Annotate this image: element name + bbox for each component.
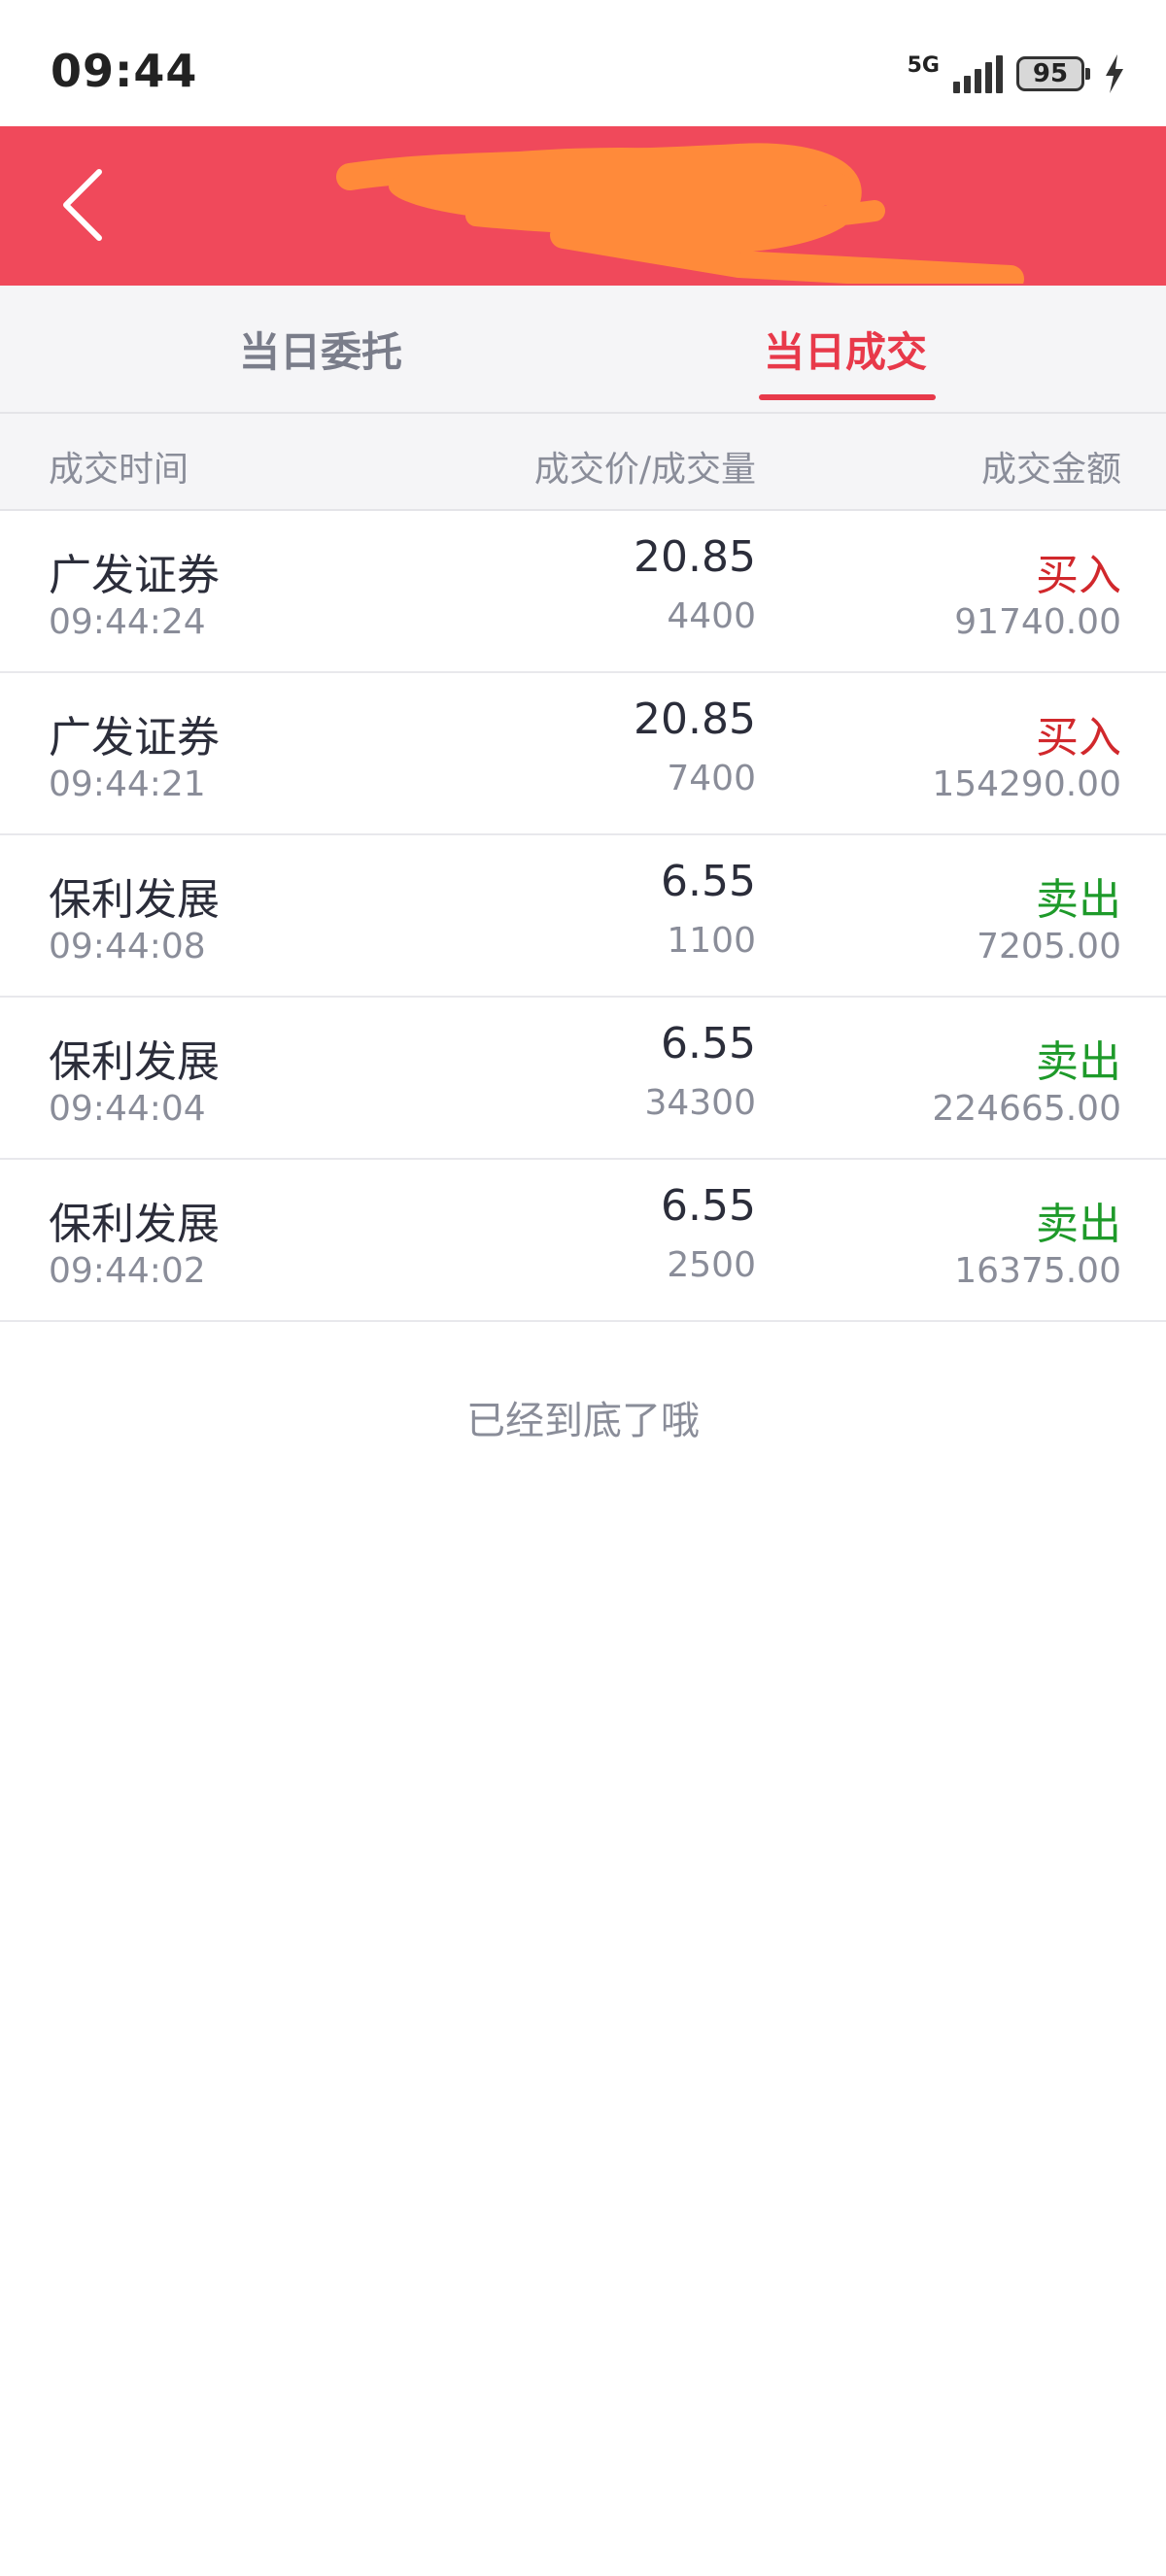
tab-todays-orders[interactable]: 当日委托 — [175, 286, 466, 412]
trade-side: 卖出 — [1036, 1200, 1121, 1249]
status-bar: 09:44 5G 95 — [0, 0, 1166, 126]
trade-quantity: 1100 — [667, 921, 756, 961]
trade-amount: 154290.00 — [932, 764, 1121, 804]
trade-quantity: 7400 — [667, 759, 756, 798]
trade-time: 09:44:02 — [49, 1251, 206, 1291]
trade-time: 09:44:08 — [49, 927, 206, 966]
trade-time: 09:44:21 — [49, 764, 206, 804]
column-header-amount: 成交金额 — [980, 450, 1121, 490]
stock-name: 保利发展 — [49, 875, 220, 925]
trade-amount: 224665.00 — [932, 1089, 1121, 1129]
column-header: 成交时间 成交价/成交量 成交金额 — [0, 414, 1166, 511]
trade-time: 09:44:24 — [49, 602, 206, 642]
signal-strength-icon — [953, 54, 1003, 93]
trade-side: 买入 — [1036, 713, 1121, 763]
trade-side: 卖出 — [1036, 1037, 1121, 1087]
trade-amount: 91740.00 — [954, 602, 1121, 642]
trade-quantity: 2500 — [667, 1245, 756, 1285]
trade-amount: 16375.00 — [954, 1251, 1121, 1291]
trade-price: 6.55 — [661, 857, 756, 906]
charging-icon — [1106, 54, 1123, 93]
redaction-scribble — [336, 143, 1024, 284]
tab-todays-trades[interactable]: 当日成交 — [700, 286, 991, 412]
trade-time: 09:44:04 — [49, 1089, 206, 1129]
back-button[interactable] — [39, 161, 126, 249]
column-header-price-qty: 成交价/成交量 — [533, 450, 756, 490]
trade-price: 6.55 — [661, 1019, 756, 1068]
trade-side: 买入 — [1036, 551, 1121, 600]
tab-bar: 当日委托 当日成交 — [0, 286, 1166, 414]
trade-price: 6.55 — [661, 1181, 756, 1231]
trade-row[interactable]: 广发证券 09:44:21 20.85 7400 买入 154290.00 — [0, 673, 1166, 835]
stock-name: 广发证券 — [49, 713, 220, 763]
trade-amount: 7205.00 — [977, 927, 1121, 966]
network-type-label: 5G — [907, 53, 940, 78]
trade-price: 20.85 — [634, 695, 756, 744]
battery-level: 95 — [1032, 59, 1069, 88]
battery-icon: 95 — [1016, 56, 1090, 91]
chevron-left-icon — [63, 169, 102, 241]
end-of-list-label: 已经到底了哦 — [466, 1399, 700, 1443]
trade-side: 卖出 — [1036, 875, 1121, 925]
stock-name: 保利发展 — [49, 1037, 220, 1087]
stock-name: 广发证券 — [49, 551, 220, 600]
header-bar — [0, 126, 1166, 286]
status-time: 09:44 — [51, 45, 198, 97]
column-header-time: 成交时间 — [49, 450, 189, 490]
status-icons: 5G 95 — [908, 51, 1125, 97]
trade-row[interactable]: 广发证券 09:44:24 20.85 4400 买入 91740.00 — [0, 511, 1166, 673]
trade-quantity: 34300 — [644, 1083, 756, 1123]
trade-price: 20.85 — [634, 532, 756, 582]
trade-row[interactable]: 保利发展 09:44:08 6.55 1100 卖出 7205.00 — [0, 835, 1166, 998]
trade-quantity: 4400 — [667, 596, 756, 636]
trade-row[interactable]: 保利发展 09:44:02 6.55 2500 卖出 16375.00 — [0, 1160, 1166, 1322]
trade-row[interactable]: 保利发展 09:44:04 6.55 34300 卖出 224665.00 — [0, 998, 1166, 1160]
stock-name: 保利发展 — [49, 1200, 220, 1249]
active-tab-indicator — [759, 394, 936, 400]
trade-list: 广发证券 09:44:24 20.85 4400 买入 91740.00 广发证… — [0, 511, 1166, 1322]
